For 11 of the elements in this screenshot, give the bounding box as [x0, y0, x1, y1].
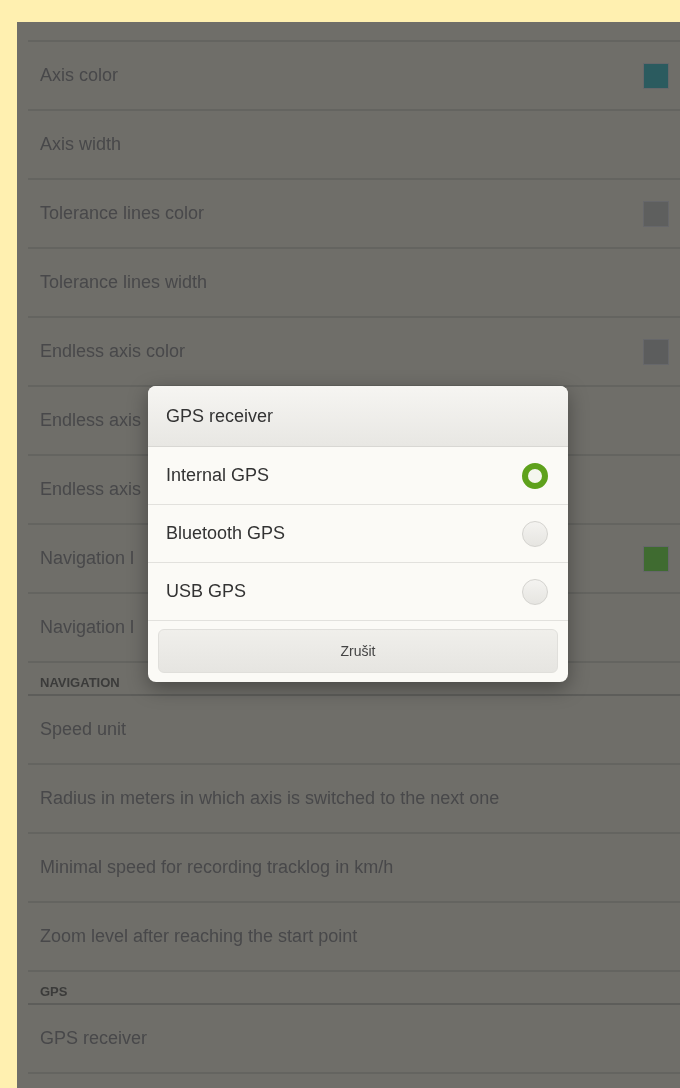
radio-option[interactable]: Internal GPS — [148, 447, 568, 505]
option-label: Bluetooth GPS — [166, 523, 286, 544]
option-label: Internal GPS — [166, 465, 270, 486]
radio-option[interactable]: USB GPS — [148, 563, 568, 621]
option-label: USB GPS — [166, 581, 247, 602]
radio-option[interactable]: Bluetooth GPS — [148, 505, 568, 563]
cancel-button[interactable]: Zrušit — [158, 629, 558, 673]
radio-button[interactable] — [522, 578, 548, 605]
dialog-title: GPS receiver — [148, 386, 568, 447]
radio-button[interactable] — [522, 520, 548, 547]
radio-button[interactable] — [522, 462, 548, 489]
